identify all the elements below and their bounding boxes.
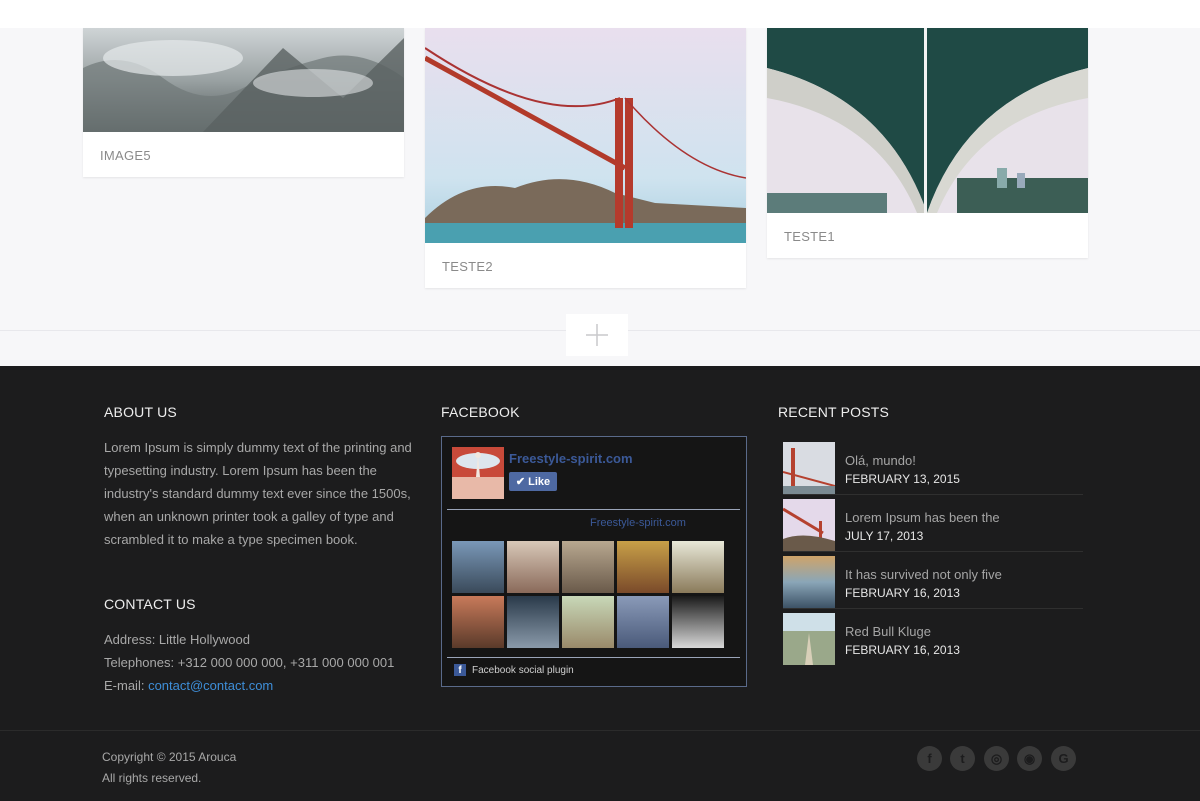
gallery-caption: TESTE1 bbox=[784, 229, 835, 244]
google-icon[interactable]: G bbox=[1051, 746, 1076, 771]
fan-avatar[interactable] bbox=[452, 596, 504, 648]
like-label: Like bbox=[528, 475, 551, 488]
gallery-card-image5[interactable]: IMAGE5 bbox=[83, 28, 404, 177]
dribbble-icon[interactable]: ◎ bbox=[984, 746, 1009, 771]
recent-post-item[interactable]: It has survived not only five FEBRUARY 1… bbox=[783, 556, 1083, 610]
post-thumbnail[interactable] bbox=[783, 556, 835, 608]
recent-post-item[interactable]: Red Bull Kluge FEBRUARY 16, 2013 bbox=[783, 613, 1083, 667]
facebook-icon[interactable]: f bbox=[917, 746, 942, 771]
fan-avatar[interactable] bbox=[507, 541, 559, 593]
recent-post-item[interactable]: Lorem Ipsum has been the JULY 17, 2013 bbox=[783, 499, 1083, 553]
facebook-separator bbox=[447, 657, 740, 658]
post-title[interactable]: Olá, mundo! bbox=[845, 453, 916, 468]
gallery-image-golden-gate[interactable] bbox=[425, 28, 746, 243]
about-title: ABOUT US bbox=[104, 404, 177, 420]
post-thumbnail[interactable] bbox=[783, 613, 835, 665]
fan-avatar[interactable] bbox=[562, 541, 614, 593]
fan-avatar[interactable] bbox=[617, 596, 669, 648]
gallery-caption: IMAGE5 bbox=[100, 148, 151, 163]
about-text: Lorem Ipsum is simply dummy text of the … bbox=[104, 440, 412, 547]
post-date: FEBRUARY 13, 2015 bbox=[845, 472, 960, 486]
plus-icon bbox=[586, 324, 608, 346]
facebook-separator bbox=[447, 509, 740, 510]
post-date: FEBRUARY 16, 2013 bbox=[845, 643, 960, 657]
facebook-title: FACEBOOK bbox=[441, 404, 520, 420]
email-label: E-mail: bbox=[104, 678, 149, 693]
gallery-card-teste1[interactable]: TESTE1 bbox=[767, 28, 1088, 258]
gallery-image-bridge-underside[interactable] bbox=[767, 28, 1088, 213]
load-more-button[interactable] bbox=[566, 314, 628, 356]
post-title[interactable]: It has survived not only five bbox=[845, 567, 1002, 582]
post-divider bbox=[783, 551, 1083, 552]
check-icon: ✔ bbox=[515, 476, 526, 488]
facebook-plugin-label: Facebook social plugin bbox=[472, 664, 574, 676]
facebook-like-button[interactable]: ✔ Like bbox=[509, 472, 557, 491]
contact-title: CONTACT US bbox=[104, 596, 196, 612]
facebook-subline[interactable]: Freestyle-spirit.com bbox=[590, 517, 686, 529]
post-divider bbox=[783, 608, 1083, 609]
contact-address: Address: Little Hollywood bbox=[104, 632, 250, 647]
facebook-page-avatar[interactable] bbox=[452, 447, 504, 499]
gallery-card-teste2[interactable]: TESTE2 bbox=[425, 28, 746, 288]
fan-avatar[interactable] bbox=[507, 596, 559, 648]
rss-icon[interactable]: ◉ bbox=[1017, 746, 1042, 771]
facebook-plugin-credit[interactable]: f Facebook social plugin bbox=[454, 664, 574, 676]
top-bar bbox=[0, 0, 1200, 28]
contact-email-line: E-mail: contact@contact.com bbox=[104, 678, 273, 693]
email-link[interactable]: contact@contact.com bbox=[148, 678, 273, 693]
fan-avatar[interactable] bbox=[452, 541, 504, 593]
contact-telephones: Telephones: +312 000 000 000, +311 000 0… bbox=[104, 655, 395, 670]
gallery-image-mountain[interactable] bbox=[83, 28, 404, 132]
post-title[interactable]: Red Bull Kluge bbox=[845, 624, 931, 639]
recent-posts-title: RECENT POSTS bbox=[778, 404, 890, 420]
copyright-text: Copyright © 2015 Arouca bbox=[102, 750, 237, 764]
post-date: FEBRUARY 16, 2013 bbox=[845, 586, 960, 600]
gallery-caption: TESTE2 bbox=[442, 259, 493, 274]
post-divider bbox=[783, 494, 1083, 495]
recent-post-item[interactable]: Olá, mundo! FEBRUARY 13, 2015 bbox=[783, 442, 1083, 496]
twitter-icon[interactable]: t bbox=[950, 746, 975, 771]
post-thumbnail[interactable] bbox=[783, 499, 835, 551]
fan-avatar[interactable] bbox=[672, 541, 724, 593]
fan-avatar[interactable] bbox=[562, 596, 614, 648]
facebook-icon: f bbox=[454, 664, 466, 676]
post-title[interactable]: Lorem Ipsum has been the bbox=[845, 510, 1000, 525]
post-thumbnail[interactable] bbox=[783, 442, 835, 494]
fan-avatar[interactable] bbox=[672, 596, 724, 648]
rights-text: All rights reserved. bbox=[102, 771, 202, 785]
facebook-widget: Freestyle-spirit.com ✔ Like Freestyle-spi… bbox=[441, 436, 747, 687]
fan-avatar[interactable] bbox=[617, 541, 669, 593]
facebook-page-name[interactable]: Freestyle-spirit.com bbox=[509, 451, 633, 466]
post-date: JULY 17, 2013 bbox=[845, 529, 924, 543]
